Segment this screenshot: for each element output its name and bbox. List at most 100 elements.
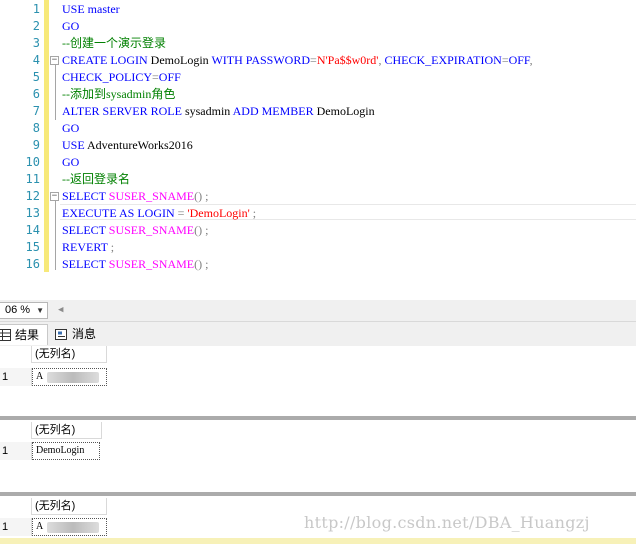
operator: ; (107, 240, 115, 254)
code-line-6: --添加到sysadmin角色 (62, 87, 176, 101)
tab-messages[interactable]: 消息 (52, 324, 104, 345)
function: SUSER_SNAME (105, 189, 195, 203)
code-line-12: SELECT SUSER_SNAME() ; (62, 188, 208, 205)
keyword: OFF (158, 70, 181, 84)
code-line-3: --创建一个演示登录 (62, 36, 166, 50)
line-number: 11 (25, 172, 40, 186)
cell-value: A (36, 521, 44, 532)
code-line-14: SELECT SUSER_SNAME() ; (62, 222, 208, 239)
keyword: EXECUTE AS LOGIN (62, 206, 175, 220)
function: SUSER_SNAME (105, 223, 195, 237)
operator: = (310, 53, 317, 67)
column-header[interactable]: (无列名) (32, 346, 107, 363)
line-number: 13 (25, 206, 40, 220)
line-number: 1 (32, 2, 40, 16)
scroll-left-icon[interactable]: ◀ (58, 305, 63, 315)
keyword: CREATE LOGIN (62, 53, 148, 67)
row-number[interactable]: 1 (0, 442, 32, 460)
code-line-11: --返回登录名 (62, 172, 130, 186)
grid-corner (0, 422, 32, 439)
operator: () ; (194, 189, 209, 203)
line-number: 10 (25, 155, 40, 169)
operator: ; (249, 206, 257, 220)
fold-guide (55, 62, 56, 120)
line-number: 5 (32, 70, 40, 84)
column-header[interactable]: (无列名) (32, 422, 102, 439)
line-number: 14 (25, 223, 40, 237)
identifier: sysadmin (181, 104, 233, 118)
keyword: USE (62, 2, 85, 16)
keyword: GO (62, 155, 80, 169)
function: SUSER_SNAME (105, 257, 195, 271)
change-tracking-bar (44, 0, 49, 272)
operator: () ; (194, 257, 209, 271)
results-tabs: 结果 消息 (0, 322, 636, 346)
collapse-icon[interactable]: − (50, 192, 59, 201)
code-line-9: USE AdventureWorks2016 (62, 137, 193, 154)
line-number: 12 (25, 189, 40, 203)
grid-icon (0, 329, 11, 341)
column-header[interactable]: (无列名) (32, 498, 107, 515)
zoom-bar: 06 % ▼ ◀ (0, 300, 636, 322)
identifier: DemoLogin (313, 104, 375, 118)
operator: () ; (194, 223, 209, 237)
keyword: CHECK_EXPIRATION (381, 53, 502, 67)
tab-results[interactable]: 结果 (0, 324, 48, 345)
line-number: 15 (25, 240, 40, 254)
operator: = (152, 70, 159, 84)
row-number[interactable]: 1 (0, 368, 32, 386)
redacted-mark (47, 522, 99, 533)
code-line-8: GO (62, 120, 79, 137)
result-cell[interactable]: DemoLogin (32, 442, 100, 460)
grid-corner (0, 498, 32, 515)
grid-corner (0, 346, 32, 363)
keyword: OFF (508, 53, 530, 67)
keyword: GO (62, 121, 80, 135)
messages-icon (55, 329, 67, 340)
keyword: ADD MEMBER (232, 104, 314, 118)
code-line-4: CREATE LOGIN DemoLogin WITH PASSWORD=N'P… (62, 52, 533, 69)
keyword: CHECK_POLICY (62, 70, 153, 84)
chevron-down-icon[interactable]: ▼ (36, 303, 44, 318)
line-number: 6 (32, 87, 40, 101)
zoom-value: 06 % (5, 304, 31, 316)
keyword: GO (62, 19, 80, 33)
identifier: master (84, 2, 120, 16)
line-number: 7 (32, 104, 40, 118)
redacted-mark (47, 372, 99, 383)
result-grid-2: (无列名) 1 DemoLogin (0, 422, 636, 492)
zoom-dropdown[interactable]: 06 % ▼ (0, 302, 48, 319)
result-cell[interactable]: A (32, 368, 107, 386)
code-line-13: EXECUTE AS LOGIN = 'DemoLogin' ; (62, 205, 256, 222)
grid-splitter[interactable] (0, 416, 636, 420)
tab-results-label: 结果 (15, 328, 40, 342)
line-number: 8 (32, 121, 40, 135)
line-number: 16 (25, 257, 40, 271)
row-number[interactable]: 1 (0, 518, 32, 536)
grid-splitter[interactable] (0, 492, 636, 496)
string-literal: N'Pa$$w0rd' (316, 53, 379, 67)
code-line-7: ALTER SERVER ROLE sysadmin ADD MEMBER De… (62, 103, 375, 120)
keyword: SELECT (62, 223, 106, 237)
keyword: USE (62, 138, 85, 152)
operator: , (529, 53, 533, 67)
line-number: 4 (32, 53, 40, 67)
identifier: AdventureWorks2016 (84, 138, 193, 152)
result-cell[interactable]: A (32, 518, 107, 536)
keyword: SELECT (62, 189, 106, 203)
keyword: REVERT (62, 240, 108, 254)
line-number: 2 (32, 19, 40, 33)
line-number-gutter: 1 2 3 4 5 6 7 8 9 10 11 12 13 14 15 16 (0, 0, 44, 294)
code-line-10: GO (62, 154, 79, 171)
keyword: WITH PASSWORD (211, 53, 311, 67)
keyword: ALTER SERVER ROLE (62, 104, 182, 118)
string-literal: 'DemoLogin' (187, 206, 250, 220)
code-line-15: REVERT ; (62, 239, 114, 256)
operator: = (501, 53, 509, 67)
line-number: 3 (32, 36, 40, 50)
code-line-2: GO (62, 18, 79, 35)
query-editor[interactable]: 1 2 3 4 5 6 7 8 9 10 11 12 13 14 15 16 −… (0, 0, 636, 294)
result-grid-1: (无列名) 1 A (0, 346, 636, 416)
collapse-icon[interactable]: − (50, 56, 59, 65)
tab-messages-label: 消息 (72, 327, 97, 341)
